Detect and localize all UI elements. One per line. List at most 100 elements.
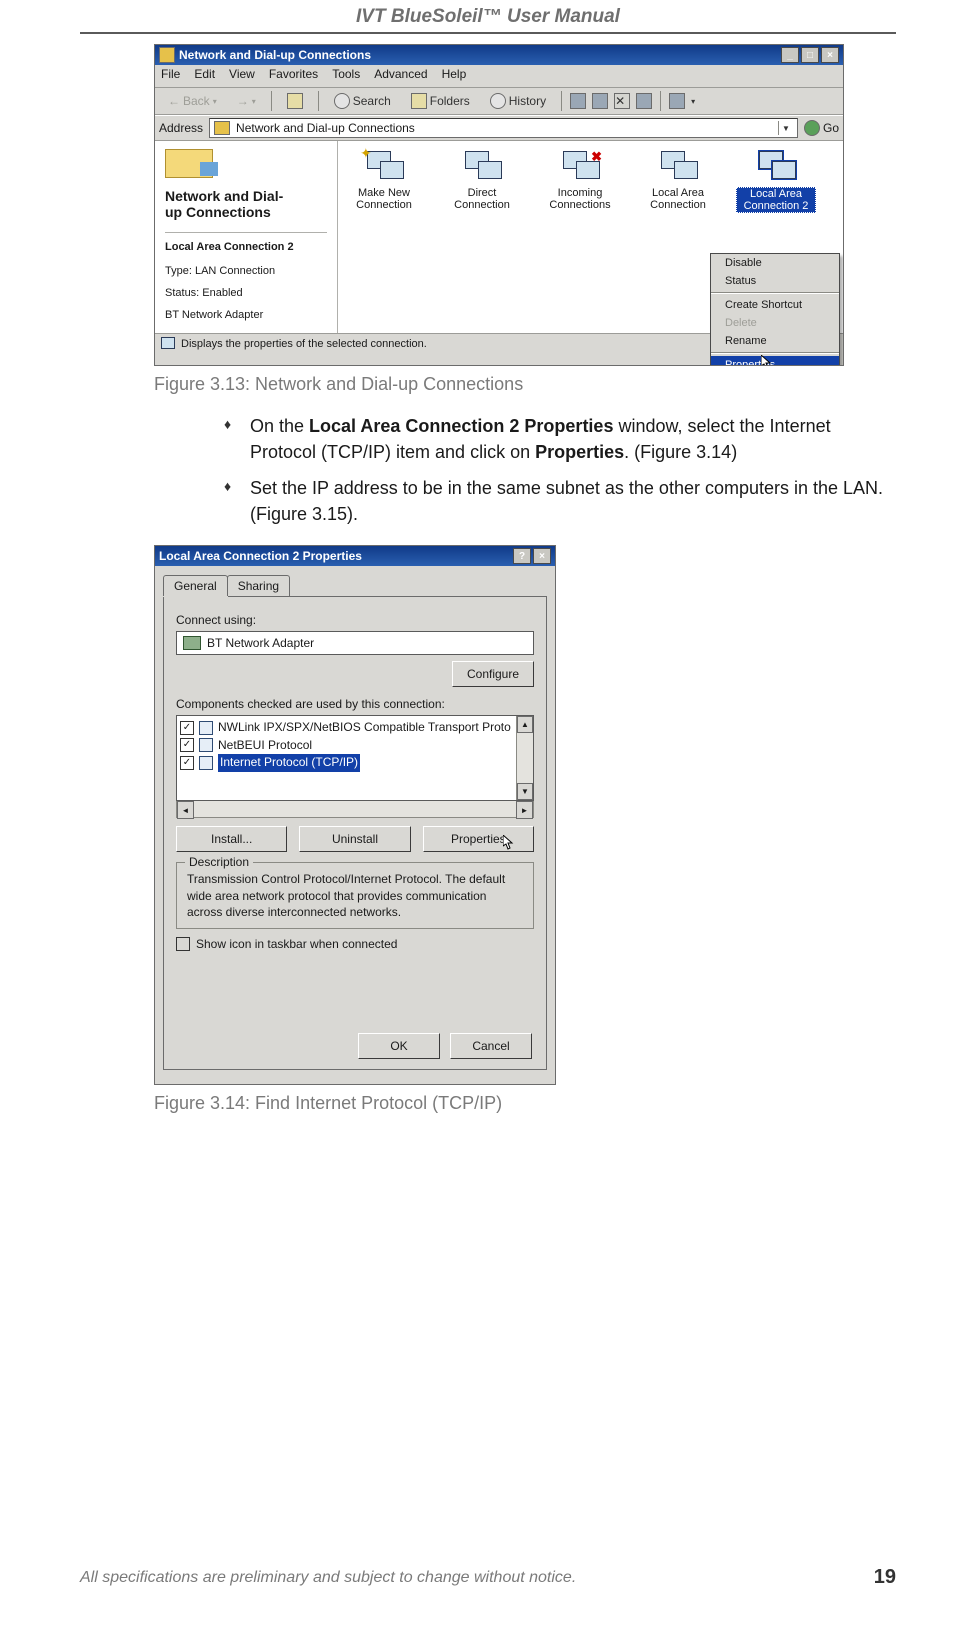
dialog-title: Local Area Connection 2 Properties xyxy=(159,549,362,563)
figure-network-window: Network and Dial-up Connections _ □ × Fi… xyxy=(154,44,844,366)
menu-file[interactable]: File xyxy=(161,67,180,85)
undo-icon[interactable] xyxy=(636,93,652,109)
figure1-caption: Figure 3.13: Network and Dial-up Connect… xyxy=(154,374,896,395)
maximize-icon[interactable]: □ xyxy=(801,47,819,63)
scroll-right-icon[interactable]: ► xyxy=(516,801,533,819)
components-listbox[interactable]: ✓ NWLink IPX/SPX/NetBIOS Compatible Tran… xyxy=(176,715,534,801)
folders-icon xyxy=(411,93,427,109)
statusbar-text: Displays the properties of the selected … xyxy=(181,338,427,350)
connection-lac[interactable]: Local Area Connection xyxy=(638,149,718,211)
views-icon[interactable] xyxy=(669,93,685,109)
ctx-disable[interactable]: Disable xyxy=(711,254,839,272)
search-button[interactable]: Search xyxy=(327,91,398,111)
addressbar: Address Network and Dial-up Connections … xyxy=(155,115,843,141)
menu-favorites[interactable]: Favorites xyxy=(269,67,318,85)
figure-properties-dialog: Local Area Connection 2 Properties ? × G… xyxy=(154,545,556,1085)
close-icon[interactable]: × xyxy=(821,47,839,63)
cancel-button[interactable]: Cancel xyxy=(450,1033,532,1059)
tool-icon-2[interactable] xyxy=(592,93,608,109)
disabled-x-icon: ✖ xyxy=(591,149,602,165)
vertical-scrollbar[interactable]: ▲ ▼ xyxy=(516,716,533,800)
address-icon xyxy=(214,121,230,135)
ctx-status[interactable]: Status xyxy=(711,272,839,290)
horizontal-scrollbar[interactable]: ◄ ► xyxy=(176,801,534,818)
tool-icon-1[interactable] xyxy=(570,93,586,109)
menu-advanced[interactable]: Advanced xyxy=(374,67,427,85)
adapter-name: BT Network Adapter xyxy=(207,636,314,650)
dialog-titlebar[interactable]: Local Area Connection 2 Properties ? × xyxy=(155,546,555,566)
checkbox-icon[interactable] xyxy=(176,937,190,951)
properties-button[interactable]: Properties xyxy=(423,826,534,852)
connection-direct[interactable]: Direct Connection xyxy=(442,149,522,211)
close-icon[interactable]: × xyxy=(533,548,551,564)
menu-view[interactable]: View xyxy=(229,67,255,85)
component-row-tcpip[interactable]: ✓ Internet Protocol (TCP/IP) xyxy=(180,754,513,771)
address-dropdown-icon[interactable]: ▼ xyxy=(778,121,793,135)
toolbar: ←Back▾ →▾ Search Folders History ✕ ▾ xyxy=(155,88,843,115)
scroll-down-icon[interactable]: ▼ xyxy=(517,783,533,800)
checkbox-icon[interactable]: ✓ xyxy=(180,721,194,735)
page-header: IVT BlueSoleil™ User Manual xyxy=(80,0,896,32)
search-icon xyxy=(334,93,350,109)
titlebar[interactable]: Network and Dial-up Connections _ □ × xyxy=(155,45,843,65)
protocol-icon xyxy=(199,756,213,770)
protocol-icon xyxy=(199,721,213,735)
description-text: Transmission Control Protocol/Internet P… xyxy=(187,871,523,920)
connection-incoming[interactable]: ✖ Incoming Connections xyxy=(540,149,620,211)
nic-card-icon xyxy=(183,636,201,650)
checkbox-icon[interactable]: ✓ xyxy=(180,756,194,770)
tabstrip: General Sharing xyxy=(163,574,547,596)
info-sidebar: Network and Dial-up Connections Local Ar… xyxy=(155,141,338,333)
connection-make-new[interactable]: ✦ Make New Connection xyxy=(344,149,424,211)
checkbox-icon[interactable]: ✓ xyxy=(180,738,194,752)
go-button[interactable]: Go xyxy=(804,120,839,136)
sidebar-status: Status: Enabled xyxy=(165,287,327,299)
folders-button[interactable]: Folders xyxy=(404,91,477,111)
connection-icon xyxy=(161,337,175,351)
tab-panel-general: Connect using: BT Network Adapter Config… xyxy=(163,596,547,1070)
scroll-up-icon[interactable]: ▲ xyxy=(517,716,533,733)
ctx-create-shortcut[interactable]: Create Shortcut xyxy=(711,296,839,314)
figure2-caption: Figure 3.14: Find Internet Protocol (TCP… xyxy=(154,1093,896,1114)
sidebar-subheading: Local Area Connection 2 xyxy=(165,241,327,253)
address-label: Address xyxy=(159,121,203,135)
help-icon[interactable]: ? xyxy=(513,548,531,564)
install-button[interactable]: Install... xyxy=(176,826,287,852)
bullet-2: Set the IP address to be in the same sub… xyxy=(224,475,896,527)
address-value: Network and Dial-up Connections xyxy=(236,121,415,135)
adapter-field[interactable]: BT Network Adapter xyxy=(176,631,534,655)
up-button[interactable] xyxy=(280,91,310,111)
delete-icon[interactable]: ✕ xyxy=(614,93,630,109)
tab-general[interactable]: General xyxy=(163,575,228,596)
folder-up-icon xyxy=(287,93,303,109)
connection-lac2[interactable]: Local Area Connection 2 xyxy=(736,149,816,213)
sidebar-title: Network and Dial-up Connections xyxy=(165,188,327,220)
header-rule xyxy=(80,32,896,34)
menu-tools[interactable]: Tools xyxy=(332,67,360,85)
configure-button[interactable]: Configure xyxy=(452,661,534,687)
scroll-left-icon[interactable]: ◄ xyxy=(177,801,194,819)
ctx-delete: Delete xyxy=(711,314,839,332)
back-button[interactable]: ←Back▾ xyxy=(161,92,224,110)
sidebar-type: Type: LAN Connection xyxy=(165,265,327,277)
component-row[interactable]: ✓ NetBEUI Protocol xyxy=(180,737,513,754)
menubar: File Edit View Favorites Tools Advanced … xyxy=(155,65,843,88)
ok-button[interactable]: OK xyxy=(358,1033,440,1059)
history-button[interactable]: History xyxy=(483,91,553,111)
uninstall-button[interactable]: Uninstall xyxy=(299,826,410,852)
show-icon-label: Show icon in taskbar when connected xyxy=(196,937,397,951)
tab-sharing[interactable]: Sharing xyxy=(227,575,290,596)
description-legend: Description xyxy=(185,855,253,869)
address-input[interactable]: Network and Dial-up Connections ▼ xyxy=(209,118,798,138)
component-row[interactable]: ✓ NWLink IPX/SPX/NetBIOS Compatible Tran… xyxy=(180,719,513,736)
ctx-properties[interactable]: Properties xyxy=(711,356,839,366)
minimize-icon[interactable]: _ xyxy=(781,47,799,63)
menu-help[interactable]: Help xyxy=(442,67,467,85)
ctx-rename[interactable]: Rename xyxy=(711,332,839,350)
show-icon-checkbox[interactable]: Show icon in taskbar when connected xyxy=(176,937,534,951)
protocol-icon xyxy=(199,738,213,752)
forward-button[interactable]: →▾ xyxy=(230,92,263,110)
app-icon xyxy=(159,47,175,63)
menu-edit[interactable]: Edit xyxy=(194,67,215,85)
footer-text: All specifications are preliminary and s… xyxy=(80,1569,576,1587)
